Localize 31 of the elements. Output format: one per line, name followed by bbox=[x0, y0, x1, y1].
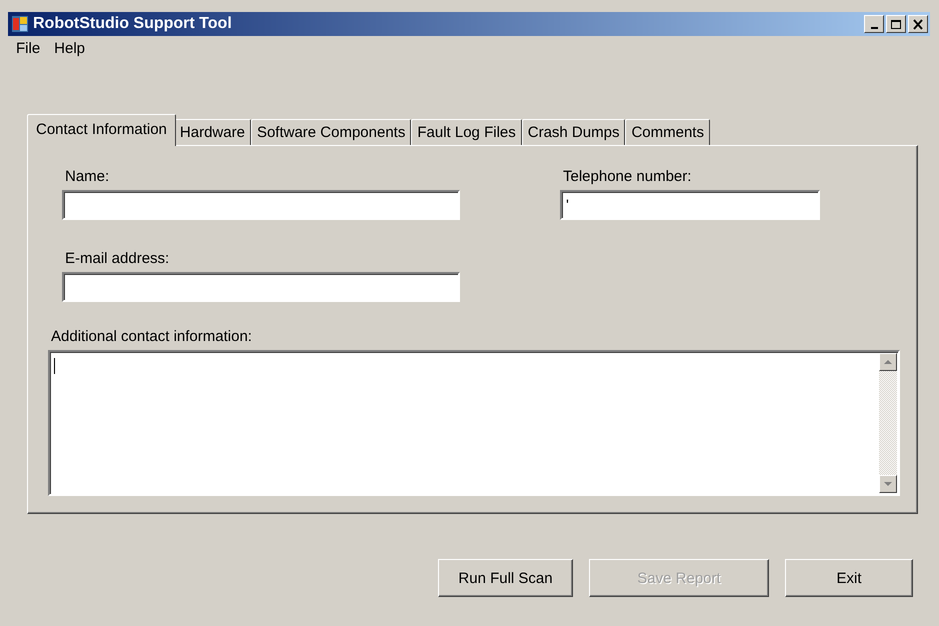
minimize-icon bbox=[870, 27, 878, 29]
push-button[interactable]: Run Full Scan bbox=[438, 559, 573, 597]
close-icon bbox=[912, 18, 924, 30]
tab[interactable]: Software Components bbox=[250, 119, 412, 145]
field-label: E-mail address: bbox=[64, 250, 170, 269]
down-arrow-icon bbox=[884, 482, 892, 486]
close-button[interactable] bbox=[908, 15, 928, 33]
window-title: RobotStudio Support Tool bbox=[33, 15, 233, 33]
maximize-icon bbox=[890, 18, 902, 30]
text-area[interactable] bbox=[48, 350, 900, 496]
scroll-down-button[interactable] bbox=[879, 475, 897, 493]
field-label: Telephone number: bbox=[562, 168, 692, 187]
input-field[interactable] bbox=[62, 190, 460, 220]
maximize-button[interactable] bbox=[886, 15, 906, 33]
input-field[interactable]: ' bbox=[560, 190, 820, 220]
minimize-button[interactable] bbox=[864, 15, 884, 33]
tab[interactable]: Crash Dumps bbox=[522, 119, 626, 145]
scroll-bar[interactable] bbox=[879, 353, 897, 493]
app-icon bbox=[11, 15, 29, 33]
tab[interactable]: Contact Information bbox=[27, 114, 176, 146]
field-label: Name: bbox=[64, 168, 110, 187]
push-button[interactable]: Exit bbox=[785, 559, 913, 597]
tab[interactable]: Fault Log Files bbox=[411, 119, 522, 145]
menu-item[interactable]: File bbox=[9, 40, 48, 56]
scroll-up-button[interactable] bbox=[879, 353, 897, 371]
up-arrow-icon bbox=[884, 360, 892, 364]
tab[interactable]: Hardware bbox=[174, 119, 251, 145]
input-field[interactable] bbox=[62, 272, 460, 302]
tab[interactable]: Comments bbox=[625, 119, 710, 145]
menu-item[interactable]: Help bbox=[47, 40, 92, 56]
field-label: Additional contact information: bbox=[50, 328, 253, 347]
